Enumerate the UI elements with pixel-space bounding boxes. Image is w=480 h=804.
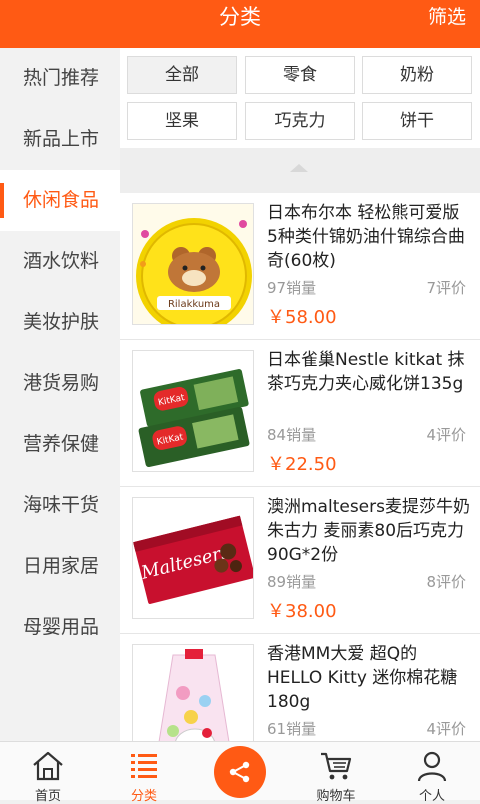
product-title: 日本雀巢Nestle kitkat 抹茶巧克力夹心威化饼135g [267, 350, 465, 394]
sidebar-item-new[interactable]: 新品上市 [0, 109, 120, 170]
person-icon [417, 751, 447, 782]
sidebar-item-hk-goods[interactable]: 港货易购 [0, 353, 120, 414]
page-title: 分类 [219, 5, 261, 29]
collapse-caret-icon [290, 164, 308, 172]
sidebar-item-seafood[interactable]: 海味干货 [0, 475, 120, 536]
product-reviews: 4评价 [426, 720, 466, 738]
sidebar-item-snacks[interactable]: 休闲食品 [0, 170, 120, 231]
product-title: 香港MM大爱 超Q的HELLO Kitty 迷你棉花糖180g [267, 644, 458, 712]
product-image: KitKat KitKat [132, 350, 254, 472]
product-sales: 84销量 [267, 426, 317, 444]
tab-home[interactable]: 首页 [0, 742, 96, 804]
category-icon [131, 754, 157, 778]
product-card[interactable]: Rilakkuma 日本布尔本 轻松熊可爱版 5种类什锦奶油什锦综合曲奇(60枚… [120, 193, 480, 340]
product-sales: 97销量 [267, 279, 317, 297]
tab-cart-label: 购物车 [316, 789, 356, 804]
product-card[interactable]: KitKat KitKat 日本雀巢Nestle kitkat 抹茶巧克力夹心威… [120, 340, 480, 487]
product-sales: 61销量 [267, 720, 317, 738]
chip-all[interactable]: 全部 [127, 56, 237, 94]
sidebar-item-beauty[interactable]: 美妆护肤 [0, 292, 120, 353]
sidebar-item-drinks[interactable]: 酒水饮料 [0, 231, 120, 292]
svg-text:Rilakkuma: Rilakkuma [168, 299, 220, 310]
home-icon [33, 751, 63, 781]
share-icon [229, 761, 250, 783]
main-content: 全部 零食 奶粉 坚果 巧克力 饼干 Rilakkuma 日本布尔本 轻松熊可爱… [120, 48, 480, 741]
product-price: ￥58.00 [267, 307, 337, 328]
sidebar-item-baby[interactable]: 母婴用品 [0, 597, 120, 658]
product-price: ￥38.00 [267, 601, 337, 622]
category-sidebar: 热门推荐 新品上市 休闲食品 酒水饮料 美妆护肤 港货易购 营养保健 海味干货 … [0, 48, 120, 741]
product-price: ￥22.50 [267, 454, 337, 475]
share-button[interactable] [214, 746, 266, 798]
cart-icon [321, 752, 352, 780]
chip-milk-powder[interactable]: 奶粉 [362, 56, 472, 94]
tab-category[interactable]: 分类 [96, 742, 192, 804]
chip-biscuits[interactable]: 饼干 [362, 102, 472, 140]
product-image: Rilakkuma [132, 203, 254, 325]
product-card[interactable]: Maltesers 澳洲maltesers麦提莎牛奶朱古力 麦丽素80后巧克力9… [120, 487, 480, 634]
product-title: 日本布尔本 轻松熊可爱版 5种类什锦奶油什锦综合曲奇(60枚) [267, 203, 465, 271]
sidebar-item-hot[interactable]: 热门推荐 [0, 48, 120, 109]
chip-chocolate[interactable]: 巧克力 [245, 102, 355, 140]
filter-chips: 全部 零食 奶粉 坚果 巧克力 饼干 [120, 48, 480, 148]
top-bar: 分类 筛选 [0, 0, 480, 48]
sidebar-item-health[interactable]: 营养保健 [0, 414, 120, 475]
product-reviews: 8评价 [426, 573, 466, 591]
tab-profile-label: 个人 [418, 789, 445, 804]
tab-category-label: 分类 [130, 789, 157, 804]
product-title: 澳洲maltesers麦提莎牛奶朱古力 麦丽素80后巧克力90G*2份 [267, 497, 470, 565]
tab-cart[interactable]: 购物车 [288, 742, 384, 804]
chip-nuts[interactable]: 坚果 [127, 102, 237, 140]
collapse-strip[interactable] [120, 148, 480, 193]
product-card[interactable]: 香港MM大爱 超Q的HELLO Kitty 迷你棉花糖180g 61销量 4评价 [120, 634, 480, 741]
chip-snacks[interactable]: 零食 [245, 56, 355, 94]
product-image [132, 644, 254, 741]
filter-button[interactable]: 筛选 [428, 0, 466, 34]
tab-profile[interactable]: 个人 [384, 742, 480, 804]
product-sales: 89销量 [267, 573, 317, 591]
tab-home-label: 首页 [34, 789, 61, 804]
product-reviews: 4评价 [426, 426, 466, 444]
product-reviews: 7评价 [426, 279, 466, 297]
sidebar-item-home[interactable]: 日用家居 [0, 536, 120, 597]
product-image: Maltesers [132, 497, 254, 619]
